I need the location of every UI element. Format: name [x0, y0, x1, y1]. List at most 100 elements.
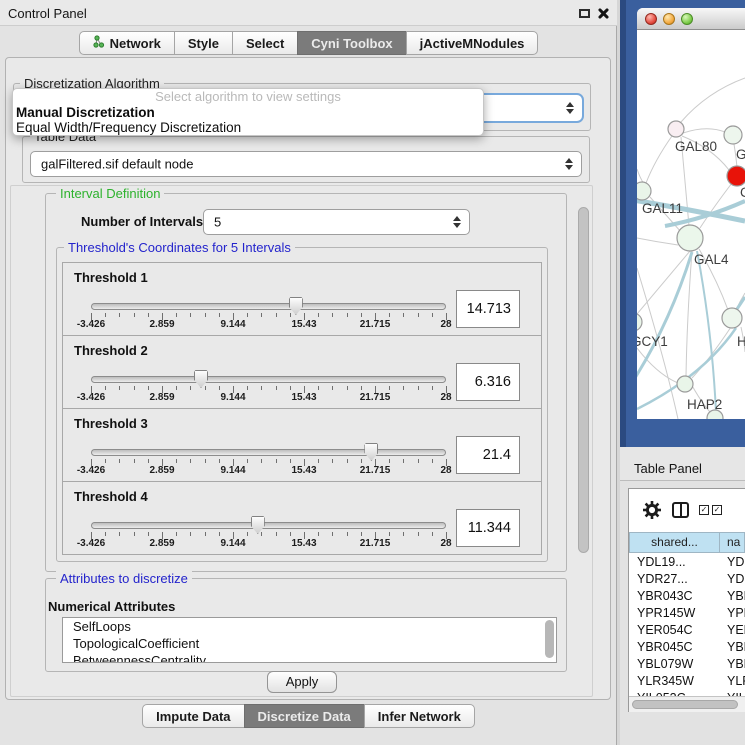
dropdown-prompt: Select algorithm to view settings [13, 89, 483, 105]
control-panel: Control Panel Network Style Select Cyni … [0, 0, 617, 745]
network-node[interactable] [668, 121, 684, 137]
tab-discretize-data[interactable]: Discretize Data [244, 704, 365, 728]
close-traffic-light-icon[interactable] [645, 13, 657, 25]
dropdown-option[interactable]: Equal Width/Frequency Discretization [13, 120, 483, 135]
table-row[interactable]: YBR045C YBR0 [629, 639, 745, 656]
control-panel-titlebar: Control Panel [0, 0, 617, 26]
threshold-label: Threshold 1 [74, 270, 148, 285]
table-row[interactable]: YPR145W YPR1 [629, 605, 745, 622]
threshold-value-field[interactable]: 21.4 [456, 436, 520, 474]
network-node[interactable] [677, 225, 703, 251]
network-edge[interactable] [700, 183, 732, 228]
threshold-slider-thumb[interactable] [251, 516, 265, 534]
threshold-list: Threshold 1 -3.4262.8599.14415.4321.7152… [62, 262, 542, 555]
network-window-titlebar[interactable] [637, 8, 745, 30]
desktop-shadow [620, 0, 626, 447]
threshold-panel: Threshold 3 -3.4262.8599.14415.4321.7152… [62, 408, 542, 482]
column-header-name[interactable]: na [719, 532, 745, 553]
attribute-list-item[interactable]: SelfLoops [63, 618, 556, 635]
network-node[interactable] [727, 166, 745, 186]
number-of-intervals-combobox[interactable]: 5 [203, 209, 470, 235]
network-edge-highlighted[interactable] [737, 297, 745, 309]
threshold-value-field[interactable]: 6.316 [456, 363, 520, 401]
threshold-label: Threshold 3 [74, 416, 148, 431]
network-edge[interactable] [646, 136, 672, 183]
table-row[interactable]: YLR345W YLR3 [629, 673, 745, 690]
network-node-label: GAL11 [642, 201, 683, 216]
tab-jactivemnodules[interactable]: jActiveMNodules [406, 31, 539, 55]
network-canvas[interactable]: GAL80GACGAL11GAL4GCY1HHAP2 [637, 30, 745, 419]
minimize-traffic-light-icon[interactable] [663, 13, 675, 25]
horizontal-scrollbar[interactable] [629, 696, 745, 712]
attribute-list-item[interactable]: BetweennessCentrality [63, 652, 556, 663]
threshold-slider-track[interactable] [91, 376, 446, 383]
dropdown-option[interactable]: Manual Discretization [13, 105, 483, 120]
table-data-value: galFiltered.sif default node [41, 157, 193, 172]
network-edge-highlighted[interactable] [637, 252, 692, 378]
table-row[interactable]: YDL19... YDL1 [629, 554, 745, 571]
close-icon[interactable] [597, 7, 609, 19]
attribute-list-item[interactable]: TopologicalCoefficient [63, 635, 556, 652]
threshold-panel: Threshold 2 -3.4262.8599.14415.4321.7152… [62, 335, 542, 409]
threshold-panel: Threshold 4 -3.4262.8599.14415.4321.7152… [62, 481, 542, 555]
table-row[interactable]: YDR27... YDR2 [629, 571, 745, 588]
threshold-slider-thumb[interactable] [194, 370, 208, 388]
gear-icon[interactable] [642, 500, 662, 520]
panel-title: Control Panel [8, 6, 87, 21]
horizontal-scrollbar-thumb[interactable] [632, 700, 738, 709]
network-node-label: HAP2 [687, 397, 722, 412]
network-node[interactable] [637, 182, 651, 200]
table-row[interactable]: YBL079W YBL0 [629, 656, 745, 673]
table-panel: Table Panel ✓ ✓ shared... na YDL19... YD… [620, 447, 745, 745]
threshold-slider-thumb[interactable] [364, 443, 378, 461]
select-all-checkbox-icon[interactable]: ✓ [699, 505, 709, 515]
vertical-scrollbar-thumb[interactable] [578, 207, 589, 553]
table-panel-titlebar: Table Panel [620, 447, 745, 481]
network-node-label: GAL4 [694, 252, 729, 267]
threshold-slider-thumb[interactable] [289, 297, 303, 315]
threshold-slider-track[interactable] [91, 522, 446, 529]
tab-infer-network[interactable]: Infer Network [364, 704, 475, 728]
network-node[interactable] [724, 126, 742, 144]
table-row[interactable]: YER054C YER0 [629, 622, 745, 639]
apply-button[interactable]: Apply [267, 671, 337, 693]
tab-network[interactable]: Network [79, 31, 175, 55]
network-edge[interactable] [681, 78, 745, 122]
interval-definition-title: Interval Definition [56, 186, 164, 201]
tab-impute-data[interactable]: Impute Data [142, 704, 244, 728]
table-panel-title: Table Panel [634, 461, 702, 476]
threshold-value-field[interactable]: 14.713 [456, 290, 520, 328]
network-node[interactable] [677, 376, 693, 392]
network-edge[interactable] [683, 129, 725, 133]
number-of-intervals-value: 5 [214, 215, 221, 230]
attributes-listbox[interactable]: SelfLoopsTopologicalCoefficientBetweenne… [62, 617, 557, 663]
threshold-slider-track[interactable] [91, 303, 446, 310]
threshold-value-field[interactable]: 11.344 [456, 509, 520, 547]
table-body: YDL19... YDL1 YDR27... YDR2 YBR043C YBR0… [629, 554, 745, 696]
threshold-coordinates-title: Threshold's Coordinates for 5 Intervals [64, 240, 295, 255]
threshold-slider-track[interactable] [91, 449, 446, 456]
network-node[interactable] [637, 313, 642, 331]
zoom-traffic-light-icon[interactable] [681, 13, 693, 25]
combo-arrows-icon [453, 216, 461, 228]
numerical-attributes-label: Numerical Attributes [48, 599, 175, 614]
tab-select[interactable]: Select [232, 31, 298, 55]
network-node-label: GCY1 [637, 334, 668, 349]
number-of-intervals-label: Number of Intervals [81, 214, 203, 229]
threshold-label: Threshold 2 [74, 343, 148, 358]
network-node-label: GAL80 [675, 139, 717, 154]
attributes-group-title: Attributes to discretize [56, 571, 192, 586]
column-header-shared-name[interactable]: shared... [629, 532, 720, 553]
network-edge[interactable] [637, 238, 678, 245]
float-window-icon[interactable] [579, 9, 590, 18]
list-scrollbar-thumb[interactable] [545, 620, 554, 658]
tab-cyni-toolbox[interactable]: Cyni Toolbox [297, 31, 406, 55]
combo-arrows-icon [565, 158, 573, 170]
network-node[interactable] [722, 308, 742, 328]
table-data-combobox[interactable]: galFiltered.sif default node [30, 151, 582, 177]
tab-style[interactable]: Style [174, 31, 233, 55]
deselect-all-checkbox-icon[interactable]: ✓ [712, 505, 722, 515]
column-settings-icon[interactable] [672, 502, 689, 518]
table-row[interactable]: YBR043C YBR0 [629, 588, 745, 605]
node-table: ✓ ✓ shared... na YDL19... YDL1 YDR27... … [628, 488, 745, 712]
